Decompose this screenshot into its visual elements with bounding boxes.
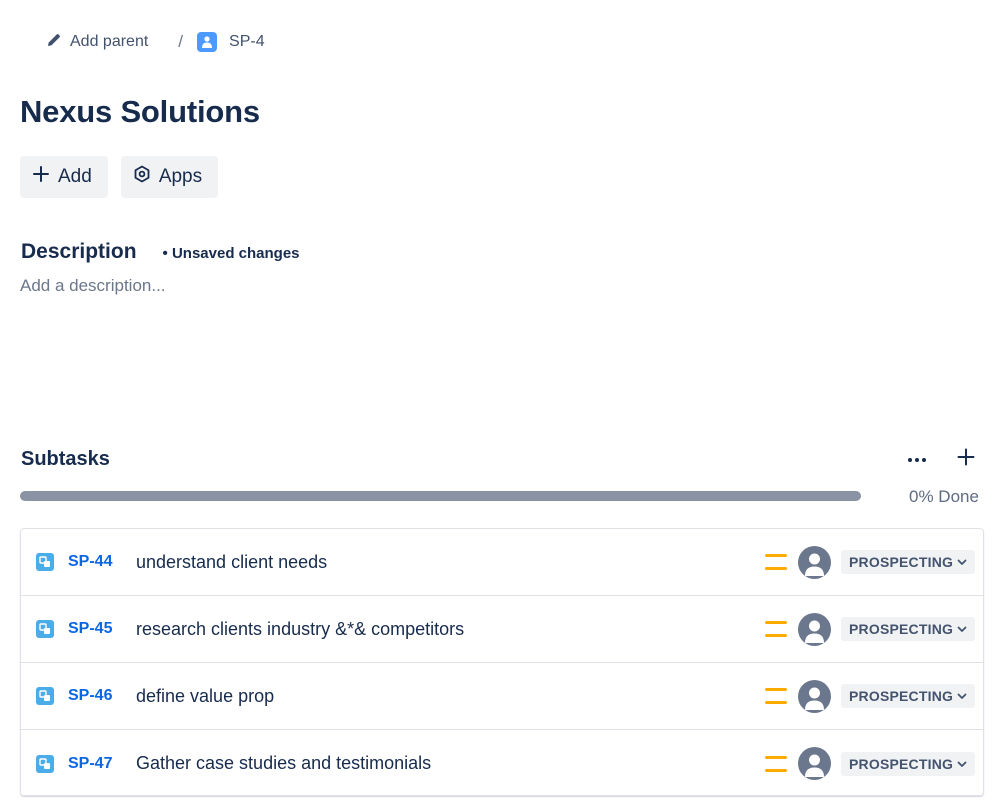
table-row[interactable]: SP-45 research clients industry &*& comp…	[21, 596, 983, 663]
subtasks-heading: Subtasks	[21, 448, 110, 470]
apps-button-label: Apps	[158, 166, 203, 187]
subtask-summary[interactable]: define value prop	[136, 686, 274, 707]
plus-icon	[957, 448, 975, 471]
add-button[interactable]: Add	[20, 156, 108, 198]
chevron-down-icon	[957, 621, 967, 637]
priority-medium-icon	[765, 621, 787, 637]
status-label: PROSPECTING	[849, 554, 954, 570]
subtask-key-link[interactable]: SP-46	[68, 687, 112, 705]
subtask-summary[interactable]: Gather case studies and testimonials	[136, 753, 431, 774]
subtask-icon	[36, 553, 54, 571]
status-dropdown[interactable]: PROSPECTING	[841, 751, 976, 776]
description-input[interactable]: Add a description...	[20, 276, 960, 306]
plus-icon	[32, 165, 50, 189]
description-heading: Description	[21, 240, 137, 263]
add-parent-button[interactable]: Add parent	[46, 32, 148, 53]
avatar[interactable]	[798, 612, 831, 646]
description-header: Description • Unsaved changes	[21, 240, 300, 264]
add-parent-label: Add parent	[70, 33, 149, 50]
subtask-list: SP-44 understand client needs PROSPECTIN…	[20, 528, 984, 796]
table-row[interactable]: SP-44 understand client needs PROSPECTIN…	[21, 529, 983, 596]
pencil-icon	[46, 32, 62, 53]
status-dropdown[interactable]: PROSPECTING	[841, 550, 976, 574]
unsaved-changes-label: • Unsaved changes	[162, 245, 300, 262]
add-subtask-button[interactable]	[952, 446, 980, 472]
subtask-icon	[36, 754, 54, 773]
subtask-icon	[36, 620, 54, 638]
status-dropdown[interactable]: PROSPECTING	[841, 617, 976, 641]
table-row[interactable]: SP-46 define value prop PROSPECTING	[21, 663, 983, 730]
add-button-label: Add	[58, 166, 92, 187]
hexagon-icon	[133, 165, 151, 189]
chevron-down-icon	[957, 688, 967, 704]
subtask-key-link[interactable]: SP-45	[68, 620, 112, 638]
status-label: PROSPECTING	[849, 688, 954, 704]
chevron-down-icon	[957, 756, 967, 772]
issue-view: Add parent / SP-4 Nexus Solutions Add Ap…	[0, 0, 999, 810]
breadcrumb-issue-link[interactable]: SP-4	[197, 32, 265, 52]
apps-button[interactable]: Apps	[120, 156, 219, 198]
subtasks-more-button[interactable]	[902, 446, 932, 472]
ellipsis-icon	[907, 450, 927, 468]
priority-medium-icon	[765, 554, 787, 570]
subtask-summary[interactable]: understand client needs	[136, 552, 327, 573]
breadcrumb: Add parent / SP-4	[46, 28, 265, 56]
avatar[interactable]	[798, 747, 831, 780]
avatar[interactable]	[798, 679, 831, 713]
subtask-icon	[36, 687, 54, 705]
breadcrumb-separator: /	[178, 32, 184, 51]
status-dropdown[interactable]: PROSPECTING	[841, 684, 976, 708]
priority-medium-icon	[765, 755, 787, 772]
subtask-summary[interactable]: research clients industry &*& competitor…	[136, 619, 464, 640]
avatar[interactable]	[798, 545, 831, 579]
subtask-key-link[interactable]: SP-47	[68, 755, 112, 773]
chevron-down-icon	[957, 554, 967, 570]
priority-medium-icon	[765, 688, 787, 704]
user-icon	[197, 32, 218, 52]
progress-label: 0% Done	[909, 487, 979, 506]
subtasks-progress-bar	[20, 491, 861, 501]
subtask-key-link[interactable]: SP-44	[68, 553, 112, 571]
status-label: PROSPECTING	[849, 755, 954, 772]
table-row[interactable]: SP-47 Gather case studies and testimonia…	[21, 730, 983, 795]
action-bar: Add Apps	[20, 156, 219, 198]
status-label: PROSPECTING	[849, 621, 954, 637]
page-title[interactable]: Nexus Solutions	[20, 94, 260, 130]
breadcrumb-issue-key: SP-4	[229, 33, 265, 50]
